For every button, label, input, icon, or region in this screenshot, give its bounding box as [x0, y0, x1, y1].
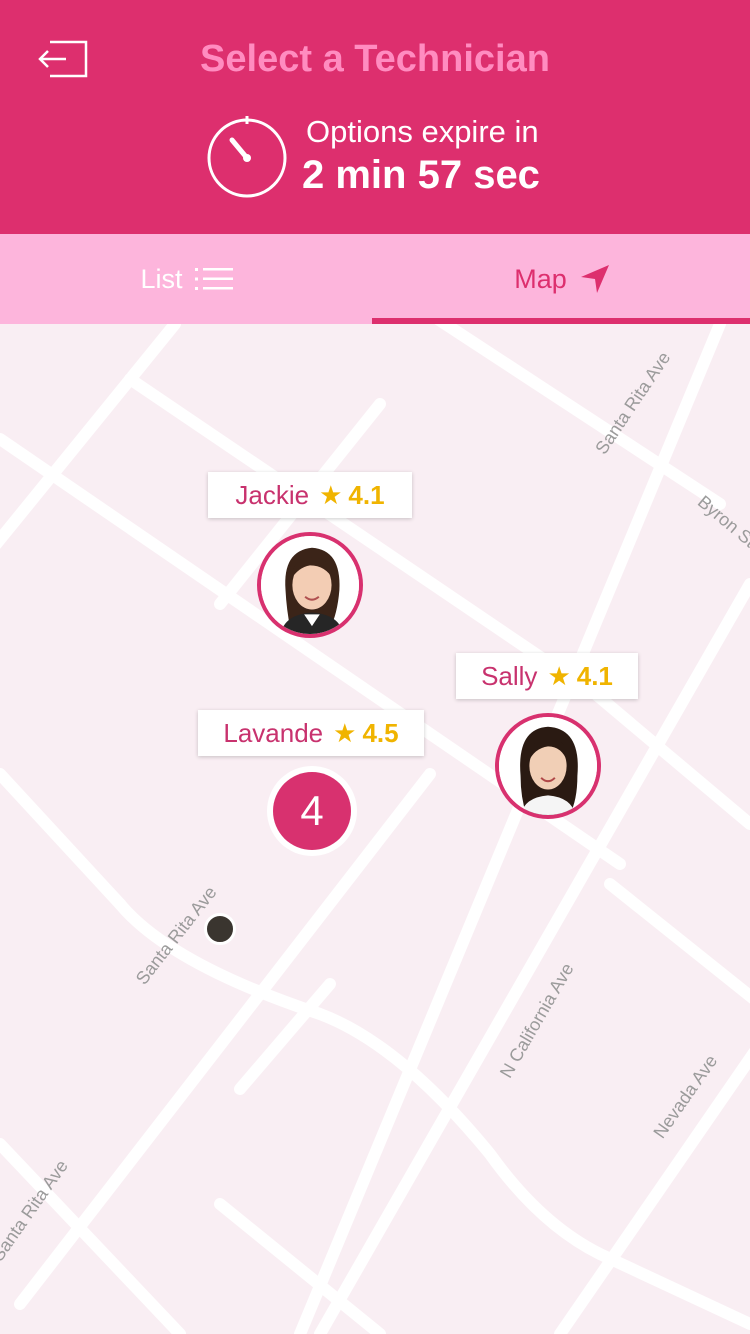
star-icon: ★ — [319, 479, 343, 510]
technician-name: Sally — [481, 660, 538, 691]
view-tabs: List Map — [0, 234, 750, 324]
navigation-arrow-icon — [580, 265, 609, 293]
current-location-marker — [204, 913, 236, 945]
map-view[interactable]: Santa Rita Ave Byron St Santa Rita Ave N… — [0, 324, 750, 1334]
technician-rating: 4.1 — [576, 660, 613, 691]
technician-avatar-jackie[interactable] — [257, 532, 363, 638]
tab-list-label: List — [140, 263, 183, 294]
header: Select a Technician Options expire in 2 … — [0, 0, 750, 234]
tab-map-label: Map — [514, 263, 567, 294]
avatar-portrait-icon — [499, 717, 597, 815]
technician-rating: 4.1 — [348, 479, 385, 510]
technician-label-jackie[interactable]: Jackie ★ 4.1 — [208, 472, 412, 518]
stopwatch-icon — [204, 114, 290, 200]
expire-countdown: 2 min 57 sec — [302, 153, 540, 197]
avatar-portrait-icon — [261, 536, 359, 634]
technician-avatar-sally[interactable] — [495, 713, 601, 819]
technician-name: Jackie — [235, 479, 310, 510]
tab-map[interactable]: Map — [375, 234, 750, 324]
list-icon — [194, 268, 233, 290]
page-title: Select a Technician — [200, 38, 550, 80]
technician-label-lavande[interactable]: Lavande ★ 4.5 — [198, 710, 424, 756]
star-icon: ★ — [333, 717, 357, 748]
tab-list[interactable]: List — [0, 234, 375, 324]
technician-name: Lavande — [223, 717, 324, 748]
expire-label: Options expire in — [306, 114, 539, 149]
technician-cluster-marker[interactable]: 4 — [267, 766, 357, 856]
star-icon: ★ — [547, 660, 571, 691]
cluster-count: 4 — [273, 772, 351, 850]
technician-label-sally[interactable]: Sally ★ 4.1 — [456, 653, 638, 699]
technician-rating: 4.5 — [362, 717, 399, 748]
